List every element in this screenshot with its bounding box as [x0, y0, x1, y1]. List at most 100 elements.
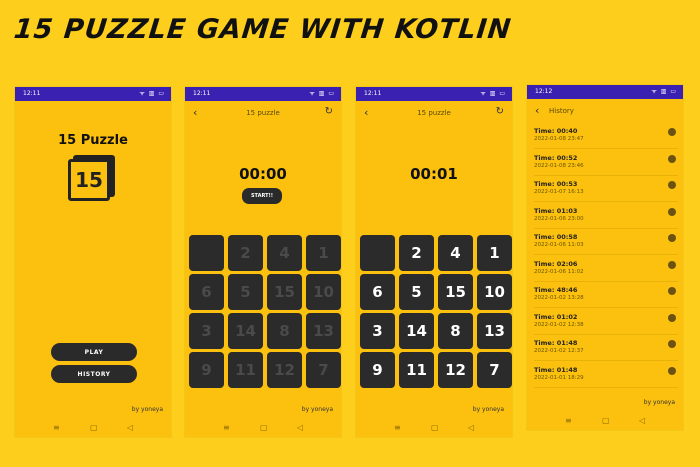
- entry-dot-icon: [668, 128, 676, 136]
- history-entry[interactable]: Time: 01:48 2022-01-02 12:37: [534, 335, 678, 361]
- status-time: 12:12: [535, 88, 553, 95]
- puzzle-tile[interactable]: 10: [477, 274, 512, 310]
- puzzle-tile[interactable]: [189, 235, 224, 271]
- top-app-bar: ‹ 15 puzzle ↻: [356, 101, 512, 125]
- history-entry[interactable]: Time: 02:06 2022-01-06 11:02: [534, 256, 678, 282]
- history-entry[interactable]: Time: 00:53 2022-01-07 16:13: [534, 176, 678, 202]
- entry-date: 2022-01-06 23:00: [534, 215, 584, 222]
- history-entry[interactable]: Time: 00:52 2022-01-08 23:46: [534, 150, 678, 176]
- history-entry[interactable]: Time: 01:03 2022-01-06 23:00: [534, 203, 678, 229]
- play-button[interactable]: PLAY: [51, 343, 137, 361]
- entry-dot-icon: [668, 340, 676, 348]
- entry-date: 2022-01-02 12:37: [534, 348, 584, 354]
- home-icon[interactable]: ▢: [431, 423, 439, 432]
- history-entry[interactable]: Time: 01:48 2022-01-01 18:29: [534, 362, 678, 388]
- entry-time: Time: 01:03: [534, 206, 578, 215]
- puzzle-tile[interactable]: 2: [399, 235, 434, 271]
- nav-bar: ≡ ▢ ◁: [185, 419, 341, 437]
- screen-title: History: [549, 107, 574, 115]
- author-credit: by yoneya: [301, 406, 333, 413]
- puzzle-tile[interactable]: 8: [438, 313, 473, 349]
- puzzle-tile[interactable]: 13: [477, 313, 512, 349]
- puzzle-tile[interactable]: 6: [189, 274, 224, 310]
- home-icon[interactable]: ▢: [602, 416, 610, 425]
- divider: [534, 386, 678, 388]
- menu-icon[interactable]: ≡: [565, 416, 572, 425]
- status-bar: 12:11 ᯤ ▥ ▭: [15, 87, 171, 101]
- puzzle-tile[interactable]: 3: [189, 313, 224, 349]
- author-credit: by yoneya: [643, 399, 675, 406]
- puzzle-tile[interactable]: 7: [306, 352, 341, 388]
- history-entry[interactable]: Time: 01:02 2022-01-02 12:38: [534, 309, 678, 335]
- timer-display: 00:00: [239, 165, 287, 183]
- start-button[interactable]: START!!: [242, 188, 282, 204]
- puzzle-tile[interactable]: 7: [477, 352, 512, 388]
- puzzle-tile[interactable]: 12: [438, 352, 473, 388]
- back-icon[interactable]: ◁: [468, 423, 474, 432]
- puzzle-tile[interactable]: 12: [267, 352, 302, 388]
- puzzle-tile[interactable]: 1: [477, 235, 512, 271]
- puzzle-tile[interactable]: 6: [360, 274, 395, 310]
- puzzle-tile[interactable]: 11: [228, 352, 263, 388]
- screen-title: 15 puzzle: [246, 109, 280, 117]
- status-icons: ᯤ ▥ ▭: [309, 90, 335, 97]
- puzzle-tile[interactable]: 14: [228, 313, 263, 349]
- puzzle-tile[interactable]: 3: [360, 313, 395, 349]
- menu-icon[interactable]: ≡: [394, 423, 401, 432]
- author-credit: by yoneya: [131, 406, 163, 413]
- puzzle-tile[interactable]: [360, 235, 395, 271]
- refresh-icon[interactable]: ↻: [325, 106, 333, 117]
- puzzle-tile[interactable]: 13: [306, 313, 341, 349]
- puzzle-tile[interactable]: 15: [438, 274, 473, 310]
- puzzle-tile[interactable]: 1: [306, 235, 341, 271]
- puzzle-tile[interactable]: 4: [438, 235, 473, 271]
- entry-dot-icon: [668, 287, 676, 295]
- entry-time: Time: 00:52: [534, 153, 578, 162]
- back-icon[interactable]: ◁: [297, 423, 303, 432]
- timer-display: 00:01: [410, 165, 458, 183]
- status-time: 12:11: [193, 90, 211, 97]
- entry-date: 2022-01-02 13:28: [534, 295, 584, 301]
- author-credit: by yoneya: [472, 406, 504, 413]
- home-icon[interactable]: ▢: [260, 423, 268, 432]
- history-entry[interactable]: Time: 00:58 2022-01-06 11:03: [534, 229, 678, 255]
- status-bar: 12:12 ᯤ ▥ ▭: [527, 85, 683, 99]
- puzzle-tile[interactable]: 9: [360, 352, 395, 388]
- history-entry[interactable]: Time: 00:40 2022-01-08 23:47: [534, 123, 678, 149]
- puzzle-tile[interactable]: 5: [228, 274, 263, 310]
- nav-bar: ≡ ▢ ◁: [527, 412, 683, 430]
- back-icon[interactable]: ◁: [639, 416, 645, 425]
- entry-date: 2022-01-08 23:47: [534, 136, 584, 142]
- puzzle-tile[interactable]: 2: [228, 235, 263, 271]
- puzzle-tile[interactable]: 15: [267, 274, 302, 310]
- puzzle-tile[interactable]: 10: [306, 274, 341, 310]
- phone-screen-home: 12:11 ᯤ ▥ ▭ 15 Puzzle 15 PLAY HISTORY by…: [15, 87, 171, 437]
- phone-screen-game-start: 12:11 ᯤ ▥ ▭ ‹ 15 puzzle ↻ 00:00 START!! …: [185, 87, 341, 437]
- entry-time: Time: 02:06: [534, 259, 578, 268]
- back-icon[interactable]: ◁: [127, 423, 133, 432]
- puzzle-tile[interactable]: 5: [399, 274, 434, 310]
- nav-bar: ≡ ▢ ◁: [356, 419, 512, 437]
- puzzle-tile[interactable]: 4: [267, 235, 302, 271]
- puzzle-tile[interactable]: 8: [267, 313, 302, 349]
- entry-date: 2022-01-07 16:13: [534, 189, 584, 195]
- entry-time: Time: 01:48: [534, 365, 578, 374]
- phone-screen-game-play: 12:11 ᯤ ▥ ▭ ‹ 15 puzzle ↻ 00:01 2 4 1 6 5 15 1…: [356, 87, 512, 437]
- puzzle-tile[interactable]: 9: [189, 352, 224, 388]
- puzzle-tile[interactable]: 14: [399, 313, 434, 349]
- history-entry[interactable]: Time: 48:46 2022-01-02 13:28: [534, 282, 678, 308]
- entry-dot-icon: [668, 313, 676, 322]
- menu-icon[interactable]: ≡: [223, 423, 230, 432]
- back-arrow-icon[interactable]: ‹: [535, 104, 539, 117]
- entry-time: Time: 00:53: [534, 180, 578, 188]
- status-icons: ᯤ ▥ ▭: [651, 88, 677, 95]
- menu-icon[interactable]: ≡: [53, 423, 60, 432]
- entry-dot-icon: [668, 181, 676, 189]
- status-bar: 12:11 ᯤ ▥ ▭: [185, 87, 341, 101]
- home-icon[interactable]: ▢: [90, 423, 98, 432]
- puzzle-tile[interactable]: 11: [399, 352, 434, 388]
- refresh-icon[interactable]: ↻: [496, 106, 504, 117]
- history-button[interactable]: HISTORY: [51, 365, 137, 383]
- app-title: 15 Puzzle: [58, 133, 128, 148]
- entry-dot-icon: [668, 234, 676, 242]
